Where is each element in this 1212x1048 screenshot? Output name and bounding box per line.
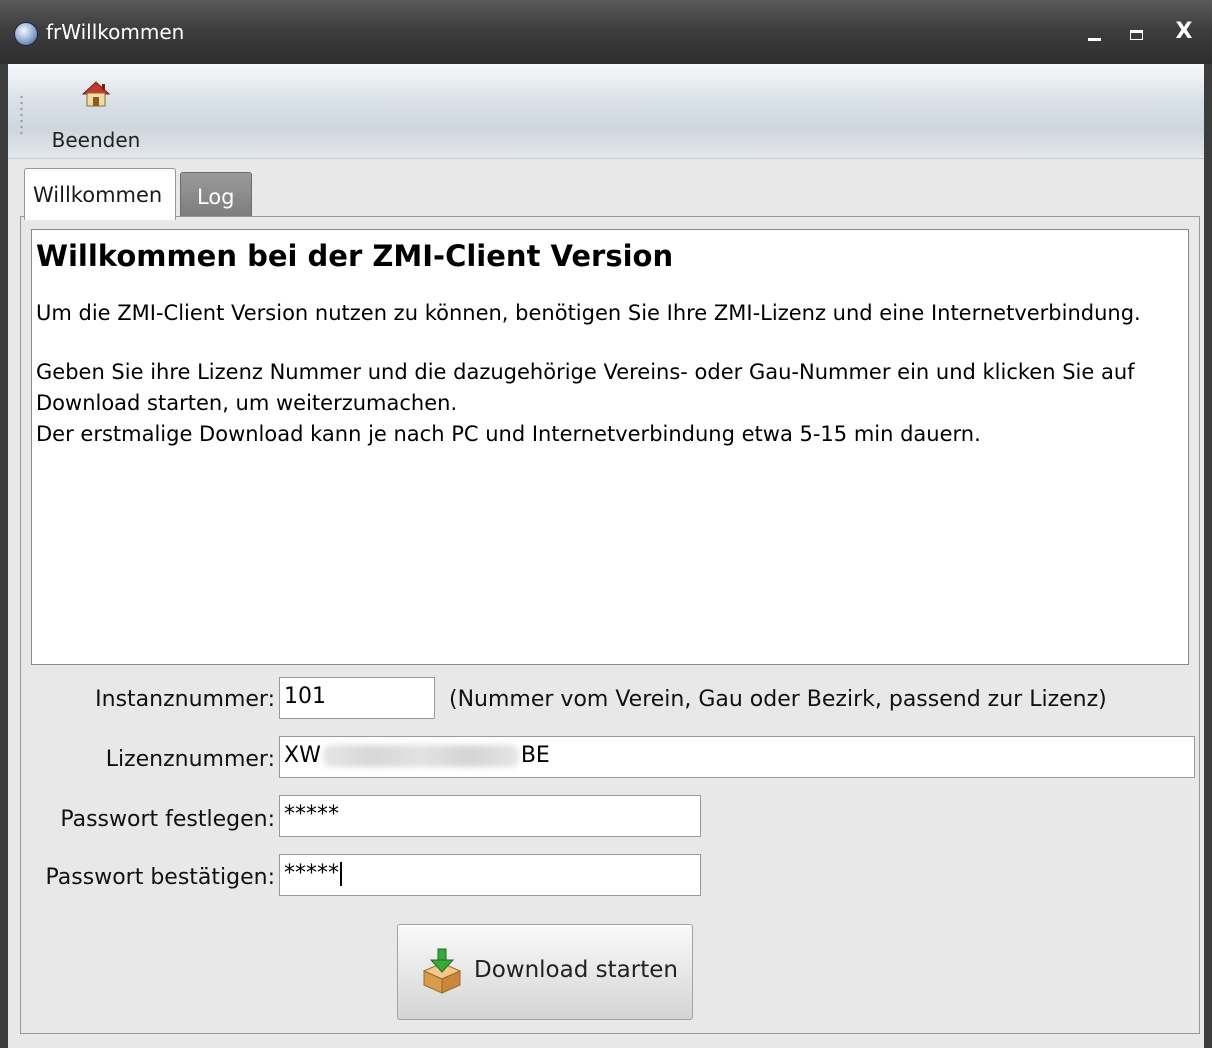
welcome-heading: Willkommen bei der ZMI-Client Version bbox=[36, 239, 674, 273]
client-area: Beenden Willkommen Log Willkommen bei de… bbox=[8, 64, 1204, 1048]
instanz-label: Instanznummer: bbox=[95, 687, 275, 712]
title-bar[interactable]: frWillkommen X bbox=[0, 0, 1212, 64]
lizenz-label: Lizenznummer: bbox=[105, 747, 275, 772]
welcome-text-box: Willkommen bei der ZMI-Client Version Um… bbox=[31, 229, 1189, 665]
beenden-label: Beenden bbox=[51, 128, 141, 152]
bestaetigen-label: Passwort bestätigen: bbox=[45, 865, 275, 890]
passwort-label: Passwort festlegen: bbox=[60, 807, 275, 832]
lizenz-redacted-blur bbox=[322, 745, 519, 767]
welcome-paragraph-2-line-2: Der erstmalige Download kann je nach PC … bbox=[36, 422, 981, 446]
passwort-input[interactable]: ***** bbox=[279, 795, 701, 837]
window-title: frWillkommen bbox=[46, 20, 185, 44]
bestaetigen-value: ***** bbox=[284, 861, 339, 886]
toolbar-grip-handle[interactable] bbox=[20, 94, 23, 138]
box-download-icon bbox=[422, 948, 462, 994]
tab-log[interactable]: Log bbox=[180, 172, 252, 218]
welcome-paragraph-2: Geben Sie ihre Lizenz Nummer und die daz… bbox=[36, 357, 1184, 450]
welcome-paragraph-2-line-1: Geben Sie ihre Lizenz Nummer und die daz… bbox=[36, 360, 1135, 415]
beenden-button[interactable]: Beenden bbox=[46, 72, 146, 152]
maximize-button[interactable] bbox=[1116, 14, 1156, 50]
welcome-paragraph-1: Um die ZMI-Client Version nutzen zu könn… bbox=[36, 301, 1141, 325]
download-starten-button[interactable]: Download starten bbox=[397, 924, 693, 1020]
ribbon-toolbar: Beenden bbox=[8, 64, 1204, 159]
lizenz-value-start: XW bbox=[284, 743, 321, 768]
close-button[interactable]: X bbox=[1164, 14, 1204, 50]
house-icon bbox=[81, 81, 111, 107]
lizenz-value-end: BE bbox=[520, 743, 550, 768]
tab-willkommen[interactable]: Willkommen bbox=[24, 168, 176, 220]
text-caret bbox=[340, 862, 342, 886]
instanz-hint: (Nummer vom Verein, Gau oder Bezirk, pas… bbox=[449, 687, 1107, 712]
download-starten-label: Download starten bbox=[474, 957, 678, 983]
application-window: frWillkommen X Beenden Willkommen Log Wi… bbox=[0, 0, 1212, 1048]
minimize-button[interactable] bbox=[1074, 14, 1114, 50]
tab-page-willkommen: Willkommen bei der ZMI-Client Version Um… bbox=[20, 216, 1200, 1034]
app-globe-icon bbox=[14, 22, 38, 46]
bestaetigen-input[interactable]: ***** bbox=[279, 854, 701, 896]
lizenz-input[interactable]: XW BE bbox=[279, 736, 1195, 778]
instanz-input[interactable]: 101 bbox=[279, 677, 435, 719]
